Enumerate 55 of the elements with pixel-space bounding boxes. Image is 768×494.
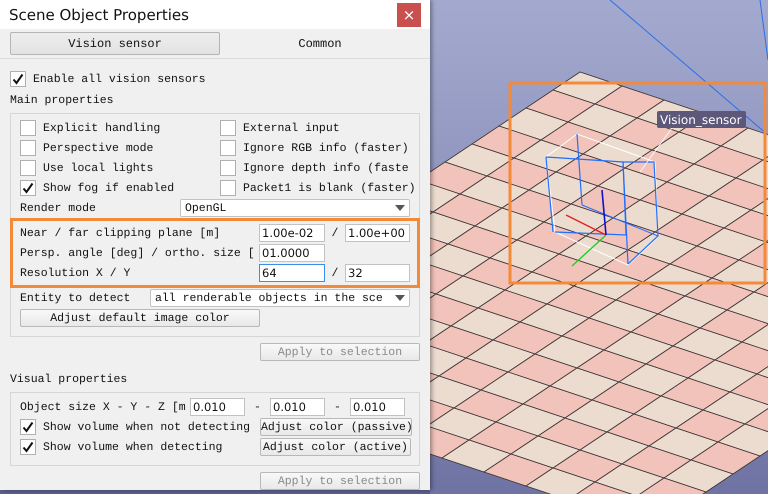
- scene-viewport[interactable]: Vision_sensor: [430, 0, 768, 494]
- field-label: Resolution X / Y: [20, 266, 132, 280]
- checkbox[interactable]: [20, 120, 36, 136]
- field-label: Persp. angle [deg] / ortho. size [: [20, 246, 256, 260]
- adjust-color-button[interactable]: Adjust color (active): [260, 438, 411, 456]
- checkbox[interactable]: [20, 140, 36, 156]
- checkbox[interactable]: [220, 160, 236, 176]
- entity-dropdown[interactable]: all renderable objects in the sce: [150, 289, 410, 307]
- checkbox-label: Ignore depth info (faste: [243, 162, 409, 174]
- checkbox-label: External input: [243, 122, 340, 134]
- checkbox[interactable]: [20, 439, 36, 455]
- separator-text: -: [253, 400, 262, 414]
- checkbox[interactable]: [220, 120, 236, 136]
- checkbox-label: Show volume when detecting: [43, 440, 222, 454]
- section-heading: Main properties: [10, 94, 115, 107]
- input-field[interactable]: 1.00e-02: [259, 224, 325, 242]
- checkbox-label: Show volume when not detecting: [43, 420, 250, 434]
- field-label: Render mode: [20, 202, 97, 214]
- close-button[interactable]: ×: [397, 2, 421, 26]
- input-field[interactable]: 1.00e+00: [345, 224, 410, 242]
- checkbox-label: Explicit handling: [43, 122, 160, 134]
- checkbox[interactable]: [20, 419, 36, 435]
- checkbox-label: Use local lights: [43, 162, 154, 174]
- input-field[interactable]: 64: [259, 264, 325, 282]
- field-label: Object size X - Y - Z [m: [20, 400, 187, 414]
- input-field[interactable]: 32: [345, 264, 410, 282]
- input-field[interactable]: 0.010: [270, 398, 325, 416]
- dropdown-caret-icon: [395, 205, 405, 211]
- checkbox-label: Enable all vision sensors: [33, 72, 206, 86]
- tab[interactable]: Vision sensor: [10, 32, 220, 55]
- checkbox-label: Packet1 is blank (faster): [243, 182, 416, 194]
- input-field[interactable]: 0.010: [190, 398, 245, 416]
- checkbox[interactable]: [10, 71, 26, 87]
- separator-text: /: [330, 226, 340, 240]
- checkbox[interactable]: [220, 140, 236, 156]
- tab[interactable]: Common: [220, 32, 420, 55]
- checkbox[interactable]: [20, 160, 36, 176]
- input-field[interactable]: 01.0000: [259, 244, 325, 262]
- checkbox[interactable]: [20, 180, 36, 196]
- section-heading: Visual properties: [10, 373, 128, 386]
- field-label: Entity to detect: [20, 292, 132, 304]
- separator-text: /: [330, 266, 340, 280]
- input-field[interactable]: 0.010: [350, 398, 405, 416]
- checkbox-label: Ignore RGB info (faster): [243, 142, 409, 154]
- adjust-color-button[interactable]: Adjust default image color: [20, 309, 260, 327]
- render-mode-dropdown[interactable]: OpenGL: [180, 199, 410, 217]
- separator-text: -: [333, 400, 342, 414]
- checkbox-label: Perspective mode: [43, 142, 154, 154]
- object-label: Vision_sensor: [657, 111, 746, 128]
- field-label: Near / far clipping plane [m]: [20, 226, 222, 240]
- dropdown-caret-icon: [395, 295, 405, 301]
- checkbox[interactable]: [220, 180, 236, 196]
- window-title: Scene Object Properties: [9, 6, 189, 24]
- checkbox-label: Show fog if enabled: [43, 182, 174, 194]
- adjust-color-button[interactable]: Adjust color (passive): [260, 418, 412, 436]
